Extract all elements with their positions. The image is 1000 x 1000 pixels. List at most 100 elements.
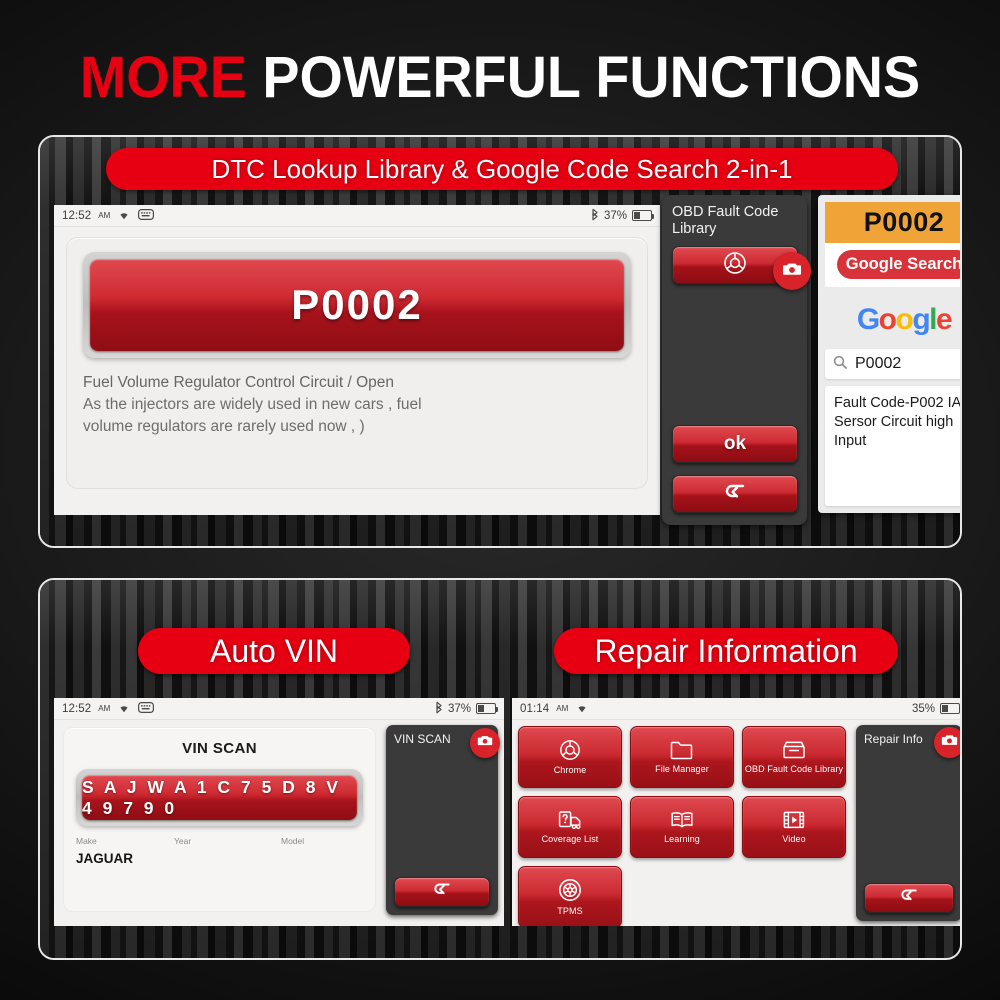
tile-obd-fault-code-library[interactable]: OBD Fault Code Library — [742, 726, 846, 788]
google-logo-letter-l: l — [929, 303, 937, 336]
sidebar-back-button[interactable] — [394, 877, 490, 907]
google-result-snippet[interactable]: Fault Code-P002 IAT Sersor Circuit high … — [825, 386, 960, 506]
vin-label-model: Model — [281, 836, 305, 846]
battery-icon — [940, 703, 960, 714]
open-book-icon — [670, 810, 694, 830]
google-header: P0002 Google Search — [825, 202, 960, 287]
statusbar-battery-pct: 37% — [603, 209, 627, 222]
dtc-sidebar-title: OBD Fault Code Library — [672, 204, 779, 237]
panel-autovin-repair: Auto VIN Repair Information 12:52 AM 37% — [38, 578, 962, 960]
battery-icon — [632, 210, 654, 221]
dtc-code-button[interactable]: P0002 — [83, 252, 631, 358]
panel-dtc-lookup: DTC Lookup Library & Google Code Search … — [38, 135, 962, 548]
google-query-value: P0002 — [855, 355, 902, 372]
sidebar-back-button[interactable] — [672, 475, 798, 513]
panel-dtc-title: DTC Lookup Library & Google Code Search … — [106, 148, 898, 190]
vin-sidebar: VIN SCAN — [386, 725, 500, 915]
repair-tiles-grid: Chrome File Manager OBD Fault Code Libra… — [518, 726, 846, 926]
wifi-icon — [575, 702, 589, 716]
statusbar-battery-pct: 37% — [447, 702, 471, 715]
statusbar-battery-pct: 35% — [911, 702, 935, 715]
panel-autovin-title: Auto VIN — [138, 628, 410, 674]
repair-sidebar: Repair Info — [856, 725, 960, 921]
sidebar-back-button[interactable] — [864, 883, 954, 913]
vin-value-make: JAGUAR — [76, 851, 134, 866]
back-arrow-icon — [722, 483, 748, 506]
tile-coverage-list[interactable]: Coverage List — [518, 796, 622, 858]
device-screenshot-dtc: 12:52 AM 37% P0002 Fuel Volume Regulator… — [54, 205, 660, 515]
bluetooth-icon — [590, 208, 599, 224]
vin-scan-heading: VIN SCAN — [182, 740, 257, 757]
statusbar-ampm: AM — [98, 704, 111, 713]
statusbar-ampm: AM — [556, 704, 569, 713]
chrome-icon — [723, 251, 747, 280]
tile-label: Coverage List — [541, 834, 599, 844]
chrome-icon — [559, 739, 581, 761]
statusbar-repair: 01:14 AM 35% — [512, 698, 960, 720]
vin-label-make: Make — [76, 836, 97, 846]
tile-label: Learning — [664, 834, 700, 844]
statusbar-dtc: 12:52 AM 37% — [54, 205, 660, 227]
question-truck-icon — [558, 810, 582, 830]
google-logo-letter-o2: o — [895, 303, 913, 336]
statusbar-time: 12:52 — [62, 702, 92, 715]
dtc-detail-card: P0002 Fuel Volume Regulator Control Circ… — [66, 237, 648, 489]
keyboard-icon — [138, 701, 155, 716]
tile-video[interactable]: Video — [742, 796, 846, 858]
sidebar-ok-button[interactable]: ok — [672, 425, 798, 463]
google-search-input[interactable]: P0002 — [825, 349, 960, 379]
dtc-description-line-3: volume regulators are rarely used now , … — [83, 418, 365, 435]
device-screenshot-repair: 01:14 AM 35% Chrome File Manager OBD Fau… — [512, 698, 960, 926]
statusbar-ampm: AM — [98, 211, 111, 220]
folder-icon — [670, 740, 694, 760]
dtc-description-line-2: As the injectors are widely used in new … — [83, 396, 422, 413]
page-title-accent: MORE — [79, 45, 247, 110]
google-logo-letter-o1: o — [878, 303, 897, 336]
statusbar-time: 12:52 — [62, 209, 92, 222]
wifi-icon — [117, 702, 131, 716]
vin-scan-card: VIN SCAN S A J W A 1 C 7 5 D 8 V 4 9 7 9… — [63, 727, 376, 912]
dtc-sidebar: OBD Fault Code Library ok — [662, 195, 811, 525]
tile-file-manager[interactable]: File Manager — [630, 726, 734, 788]
tile-tpms[interactable]: TPMS — [518, 866, 622, 926]
google-search-panel: P0002 Google Search Google P0002 Fault C… — [818, 195, 960, 513]
camera-icon — [941, 733, 958, 752]
tile-chrome[interactable]: Chrome — [518, 726, 622, 788]
panel-repair-title: Repair Information — [554, 628, 898, 674]
page-title: MORE POWERFUL FUNCTIONS — [20, 44, 980, 111]
statusbar-time: 01:14 — [520, 702, 550, 715]
tile-label: Video — [782, 834, 806, 844]
back-arrow-icon — [898, 888, 920, 908]
file-drawer-icon — [782, 740, 806, 760]
screenshot-camera-button[interactable] — [934, 727, 960, 758]
vin-label-year: Year — [174, 836, 192, 846]
tile-label: Chrome — [553, 765, 587, 775]
tile-label: File Manager — [655, 764, 709, 774]
vin-code-label: S A J W A 1 C 7 5 D 8 V 4 9 7 9 0 — [82, 775, 357, 820]
device-screenshot-vin: 12:52 AM 37% VIN SCAN S A J W A 1 C 7 5 … — [54, 698, 504, 926]
google-logo: Google — [825, 294, 960, 342]
wifi-icon — [117, 209, 131, 223]
tile-label: OBD Fault Code Library — [744, 764, 844, 774]
dtc-description: Fuel Volume Regulator Control Circuit / … — [83, 372, 631, 438]
google-search-button[interactable]: Google Search — [837, 250, 960, 279]
film-play-icon — [783, 810, 805, 830]
vin-code-button[interactable]: S A J W A 1 C 7 5 D 8 V 4 9 7 9 0 — [76, 769, 363, 826]
battery-icon — [476, 703, 498, 714]
screenshot-camera-button[interactable] — [773, 252, 811, 290]
search-icon — [833, 355, 847, 374]
page-title-rest: POWERFUL FUNCTIONS — [246, 45, 921, 110]
ok-button-label: ok — [723, 433, 747, 454]
screenshot-camera-button[interactable] — [470, 728, 500, 758]
tile-learning[interactable]: Learning — [630, 796, 734, 858]
dtc-code-label: P0002 — [90, 259, 624, 351]
google-logo-letter-g2: g — [912, 303, 930, 336]
tire-icon — [558, 878, 582, 902]
vin-column-values: JAGUAR — [76, 851, 363, 869]
tile-label: TPMS — [557, 906, 583, 916]
vin-column-labels: Make Year Model — [76, 836, 363, 850]
google-logo-letter-g: G — [856, 303, 880, 336]
google-code-badge: P0002 — [825, 202, 960, 243]
dtc-description-line-1: Fuel Volume Regulator Control Circuit / … — [83, 374, 395, 391]
statusbar-vin: 12:52 AM 37% — [54, 698, 504, 720]
